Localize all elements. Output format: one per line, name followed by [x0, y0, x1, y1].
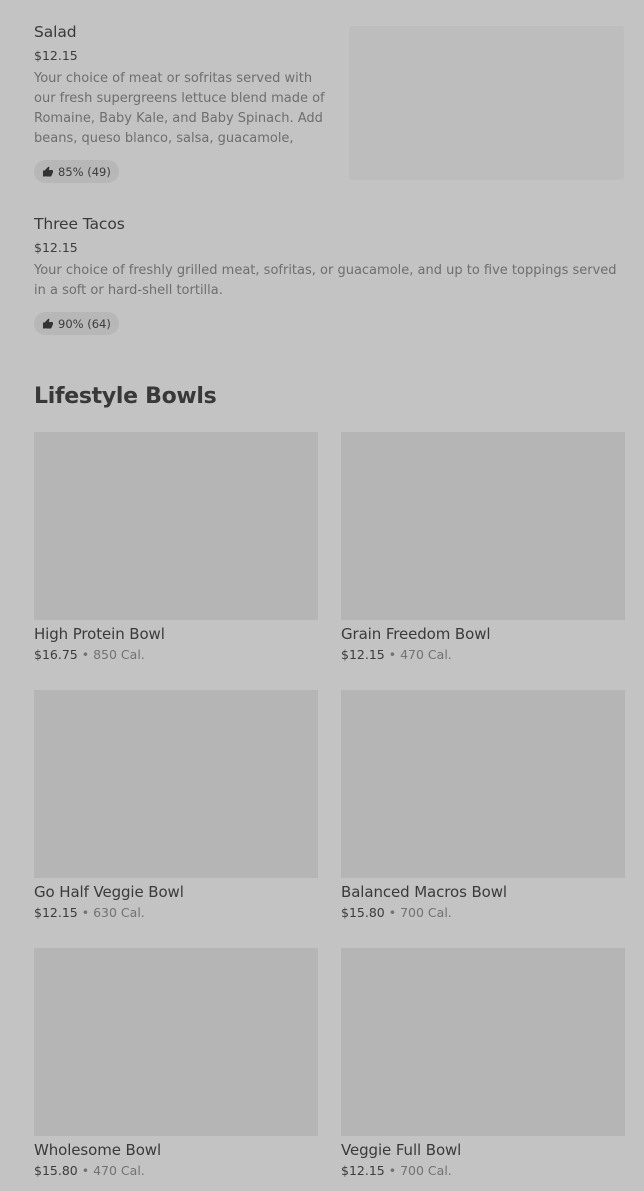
bowl-meta: $12.15 • 470 Cal. — [341, 647, 625, 662]
bowl-name: Grain Freedom Bowl — [341, 625, 491, 643]
separator: • — [81, 647, 90, 662]
item-image-salad[interactable] — [349, 26, 624, 180]
menu-item-three-tacos[interactable]: Three Tacos $12.15 Your choice of freshl… — [34, 215, 624, 335]
bowl-meta: $16.75 • 850 Cal. — [34, 647, 318, 662]
bowl-card-go-half-veggie[interactable]: Go Half Veggie Bowl $12.15 • 630 Cal. — [34, 690, 318, 920]
bowl-price: $15.80 — [34, 1163, 78, 1178]
rating-text: 85% (49) — [58, 164, 111, 179]
rating-text: 90% (64) — [58, 316, 111, 331]
bowl-name: Go Half Veggie Bowl — [34, 883, 184, 901]
item-name: Salad — [34, 23, 77, 41]
bowl-calories: 630 Cal. — [93, 905, 145, 920]
separator: • — [388, 647, 397, 662]
bowl-price: $12.15 — [341, 647, 385, 662]
item-price: $12.15 — [34, 240, 78, 255]
bowl-price: $12.15 — [341, 1163, 385, 1178]
bowl-image[interactable] — [341, 948, 625, 1136]
bowl-calories: 470 Cal. — [93, 1163, 145, 1178]
bowl-meta: $15.80 • 700 Cal. — [341, 905, 625, 920]
separator: • — [81, 905, 90, 920]
bowl-card-wholesome[interactable]: Wholesome Bowl $15.80 • 470 Cal. — [34, 948, 318, 1178]
menu-item-salad[interactable]: Salad $12.15 Your choice of meat or sofr… — [34, 23, 334, 183]
rating-badge: 90% (64) — [34, 312, 119, 335]
item-price: $12.15 — [34, 48, 78, 63]
item-description: Your choice of freshly grilled meat, sof… — [34, 263, 617, 298]
bowl-image[interactable] — [34, 948, 318, 1136]
bowl-price: $16.75 — [34, 647, 78, 662]
bowl-price: $12.15 — [34, 905, 78, 920]
bowl-image[interactable] — [34, 432, 318, 620]
bowl-meta: $12.15 • 700 Cal. — [341, 1163, 625, 1178]
bowl-price: $15.80 — [341, 905, 385, 920]
separator: • — [388, 905, 397, 920]
bowl-image[interactable] — [34, 690, 318, 878]
bowl-name: High Protein Bowl — [34, 625, 165, 643]
bowl-image[interactable] — [341, 690, 625, 878]
bowl-name: Veggie Full Bowl — [341, 1141, 462, 1159]
bowl-card-veggie-full[interactable]: Veggie Full Bowl $12.15 • 700 Cal. — [341, 948, 625, 1178]
bowl-meta: $12.15 • 630 Cal. — [34, 905, 318, 920]
separator: • — [81, 1163, 90, 1178]
bowl-meta: $15.80 • 470 Cal. — [34, 1163, 318, 1178]
separator: • — [388, 1163, 397, 1178]
bowl-calories: 700 Cal. — [400, 905, 452, 920]
bowl-calories: 700 Cal. — [400, 1163, 452, 1178]
bowl-card-balanced-macros[interactable]: Balanced Macros Bowl $15.80 • 700 Cal. — [341, 690, 625, 920]
bowl-card-high-protein[interactable]: High Protein Bowl $16.75 • 850 Cal. — [34, 432, 318, 662]
thumbs-up-icon — [43, 166, 53, 176]
rating-badge: 85% (49) — [34, 160, 119, 183]
bowl-image[interactable] — [341, 432, 625, 620]
item-name: Three Tacos — [34, 215, 125, 233]
section-title: Lifestyle Bowls — [34, 384, 217, 409]
bowl-calories: 850 Cal. — [93, 647, 145, 662]
thumbs-up-icon — [43, 318, 53, 328]
bowl-name: Wholesome Bowl — [34, 1141, 162, 1159]
menu-page: Salad $12.15 Your choice of meat or sofr… — [0, 0, 644, 1191]
item-description: Your choice of meat or sofritas served w… — [34, 71, 325, 146]
bowl-calories: 470 Cal. — [400, 647, 452, 662]
bowl-name: Balanced Macros Bowl — [341, 883, 507, 901]
bowl-card-grain-freedom[interactable]: Grain Freedom Bowl $12.15 • 470 Cal. — [341, 432, 625, 662]
